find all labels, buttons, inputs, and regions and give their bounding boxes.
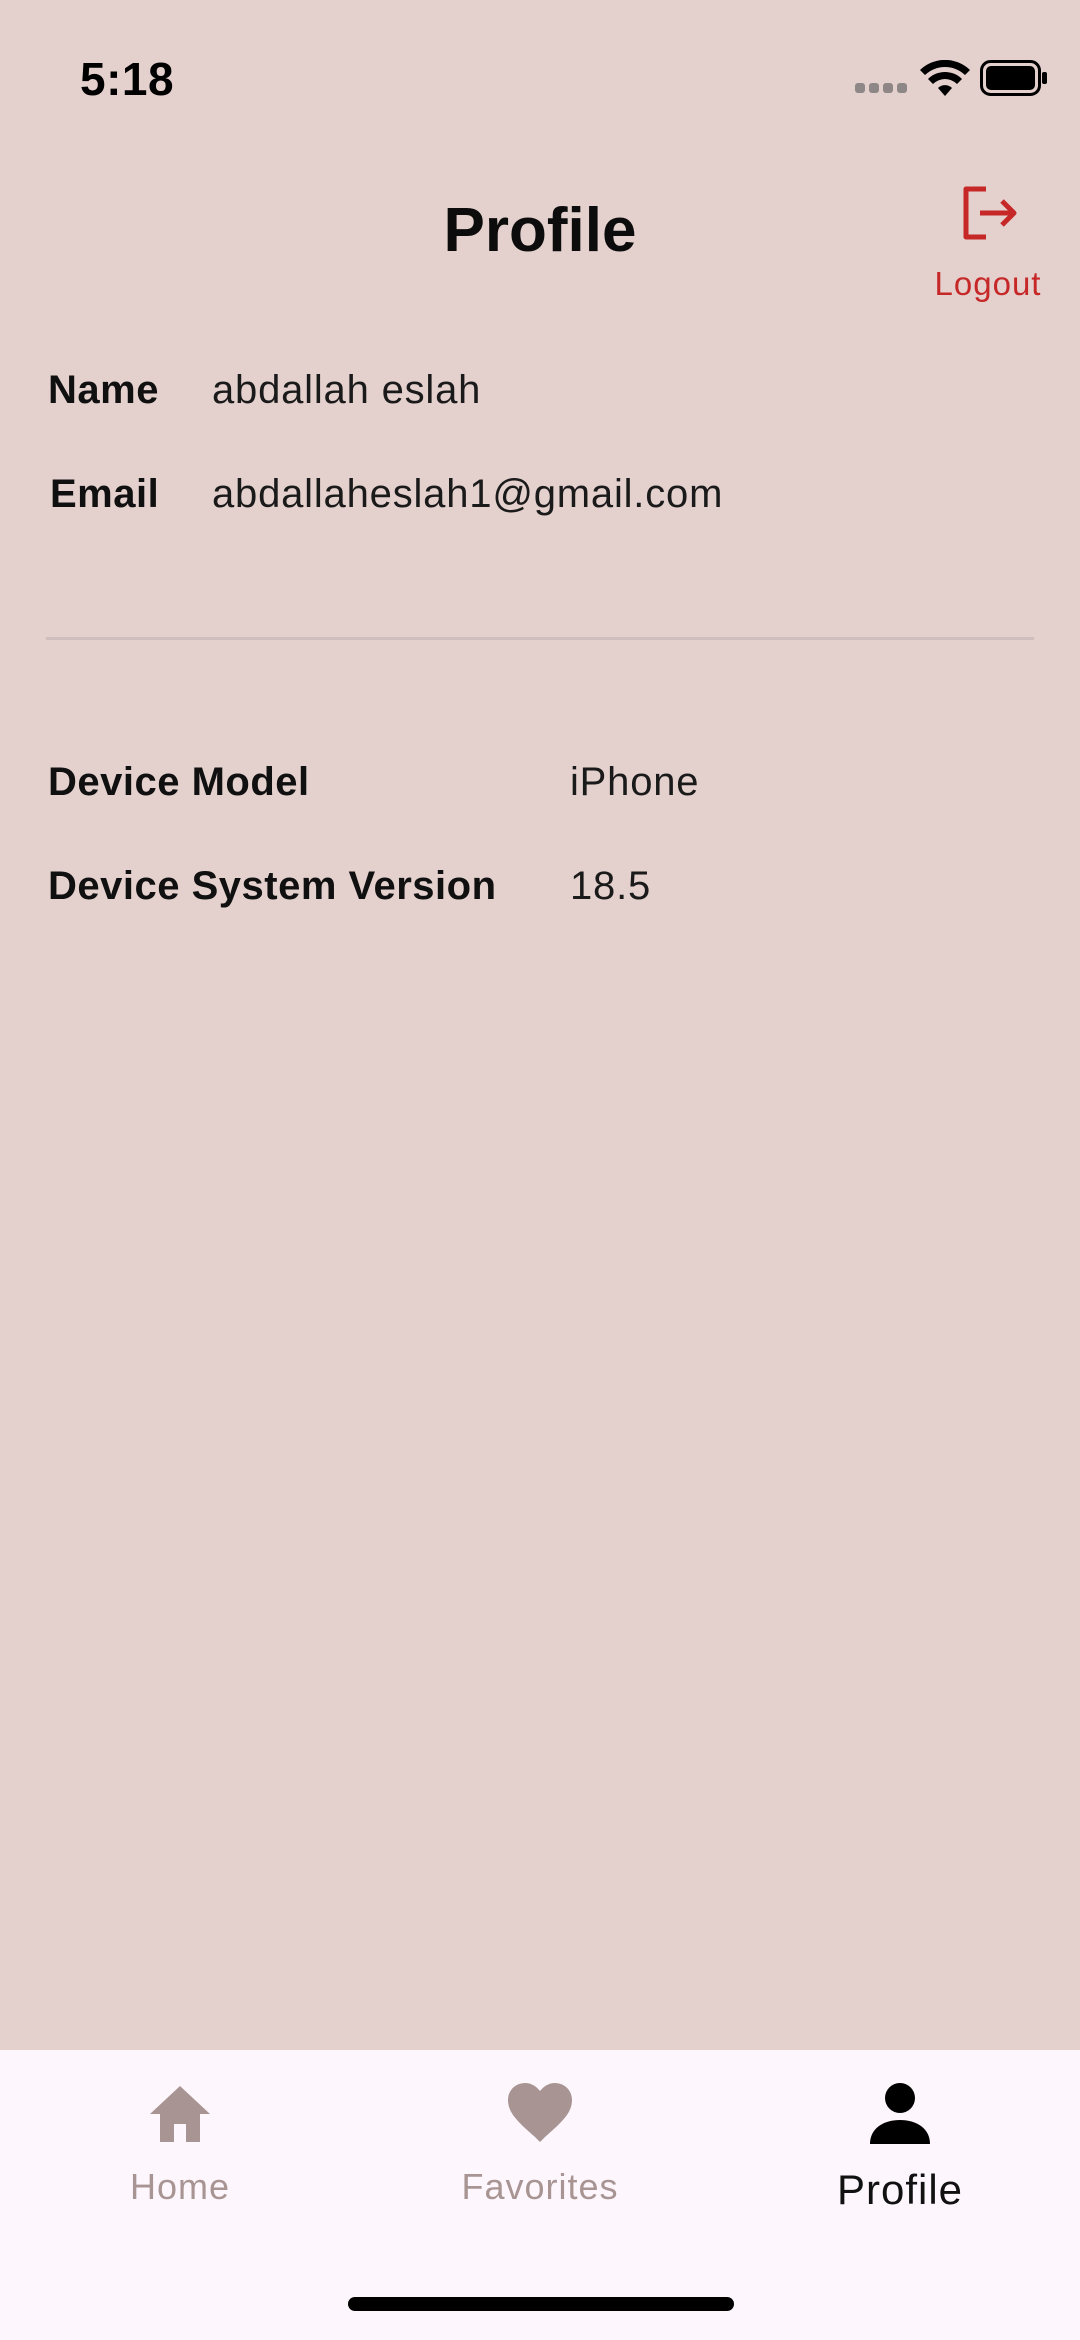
device-model-row: Device Model iPhone [0,760,1080,820]
email-row: Email abdallaheslah1@gmail.com [0,472,1080,532]
nav-label-favorites: Favorites [461,2166,619,2207]
device-model-value: iPhone [570,760,700,804]
battery-icon [980,60,1047,96]
home-icon [150,2086,210,2142]
email-value: abdallaheslah1@gmail.com [212,472,724,516]
email-label: Email [50,472,160,516]
home-indicator [348,2297,734,2311]
device-version-value: 18.5 [570,864,652,908]
nav-item-home[interactable]: Home [50,2080,310,2250]
page-title: Profile [443,196,637,265]
status-time: 5:18 [80,53,175,105]
heart-icon [508,2083,572,2142]
logout-button[interactable]: Logout [920,175,1056,305]
divider [46,637,1034,640]
cellular-signal-icon [855,83,907,93]
person-icon [870,2083,930,2144]
device-version-label: Device System Version [48,864,497,908]
nav-item-favorites[interactable]: Favorites [410,2080,670,2250]
nav-label-profile: Profile [836,2166,964,2213]
name-value: abdallah eslah [212,368,482,412]
logout-label: Logout [934,265,1042,302]
nav-item-profile[interactable]: Profile [770,2080,1030,2250]
name-row: Name abdallah eslah [0,368,1080,428]
device-model-label: Device Model [48,760,310,804]
wifi-icon [920,60,970,96]
name-label: Name [48,368,159,412]
device-version-row: Device System Version 18.5 [0,864,1080,924]
status-bar: 5:18 [0,0,1080,150]
logout-icon [963,186,1017,240]
nav-label-home: Home [129,2166,231,2207]
